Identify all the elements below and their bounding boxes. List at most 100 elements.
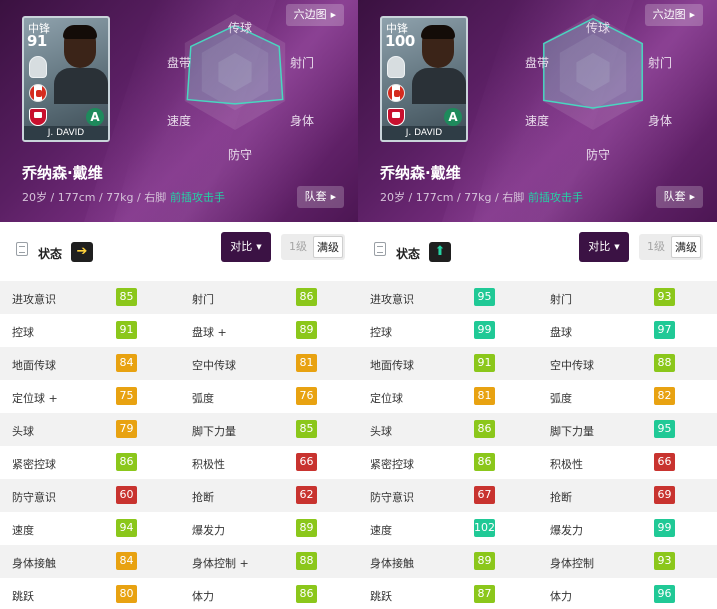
stat-name: 空中传球 [192, 359, 236, 372]
stat-value: 85 [296, 420, 317, 438]
stat-row: 地面传球 84 空中传球 81 [0, 347, 358, 380]
level-1-button[interactable]: 1级 [641, 236, 671, 258]
stat-name: 弧度 [192, 392, 214, 405]
status-icon [374, 242, 386, 256]
stat-row: 身体接触 89 身体控制 93 [358, 545, 717, 578]
stat-value: 95 [474, 288, 495, 306]
stat-value: 87 [474, 585, 495, 603]
stat-name: 定位球 + [12, 392, 58, 405]
stat-value: 89 [296, 321, 317, 339]
hexagon-view-button[interactable]: 六边图 ▶ [644, 4, 703, 26]
card-player-name: J. DAVID [24, 126, 108, 140]
stat-value: 91 [474, 354, 495, 372]
hex-label-top: 传球 [586, 21, 611, 35]
card-type-badge-icon [387, 56, 405, 78]
team-playstyle-label: 队套 [663, 190, 686, 203]
team-playstyle-button[interactable]: 队套 ▶ [655, 186, 703, 208]
stat-row: 定位球 + 75 弧度 76 [0, 380, 358, 413]
stat-value: 88 [654, 354, 675, 372]
stat-row: 控球 91 盘球 + 89 [0, 314, 358, 347]
card-overall: 100 [385, 32, 415, 50]
stat-name: 跳跃 [370, 590, 392, 603]
level-max-button[interactable]: 满级 [313, 236, 343, 258]
stat-name: 身体接触 [370, 557, 414, 570]
compare-button[interactable]: 对比 ▼ [221, 232, 271, 262]
team-playstyle-button[interactable]: 队套 ▶ [296, 186, 344, 208]
player-role: 前插攻击手 [528, 191, 583, 204]
stat-row: 地面传球 91 空中传球 88 [358, 347, 717, 380]
stat-value: 86 [296, 288, 317, 306]
player-name: 乔纳森·戴维 [380, 164, 461, 182]
stat-row: 防守意识 60 抢断 62 [0, 479, 358, 512]
stat-row: 头球 86 脚下力量 95 [358, 413, 717, 446]
caret-right-icon: ▶ [689, 193, 695, 201]
hexagon-view-label: 六边图 [652, 8, 686, 21]
stat-name: 地面传球 [370, 359, 414, 372]
hex-label-top: 传球 [228, 21, 253, 35]
stat-value: 69 [654, 486, 675, 504]
hex-label-lower-right: 身体 [648, 114, 673, 128]
stat-name: 地面传球 [12, 359, 56, 372]
stat-value: 81 [296, 354, 317, 372]
stat-value: 66 [296, 453, 317, 471]
stat-row: 进攻意识 85 射门 86 [0, 281, 358, 314]
hex-label-lower-right: 身体 [290, 114, 315, 128]
player-card[interactable]: 中锋 100 A J. DAVID [380, 16, 468, 142]
level-max-button[interactable]: 满级 [671, 236, 701, 258]
team-playstyle-label: 队套 [304, 190, 327, 203]
caret-down-icon: ▼ [256, 243, 262, 251]
player-portrait [54, 24, 108, 104]
level-1-button[interactable]: 1级 [283, 236, 313, 258]
caret-right-icon: ▶ [330, 193, 336, 201]
stat-name: 紧密控球 [370, 458, 414, 471]
stat-name: 空中传球 [550, 359, 594, 372]
stat-value: 99 [654, 519, 675, 537]
stat-name: 射门 [550, 293, 572, 306]
stat-name: 速度 [12, 524, 34, 537]
stat-name: 控球 [12, 326, 34, 339]
card-grade: A [86, 108, 104, 126]
hex-label-lower-left: 速度 [525, 114, 550, 128]
status-label: 状态 [396, 247, 421, 261]
stat-name: 爆发力 [550, 524, 583, 537]
canada-flag-icon [387, 84, 405, 102]
compare-button[interactable]: 对比 ▼ [579, 232, 629, 262]
canada-flag-icon [29, 84, 47, 102]
arrow-right-icon[interactable]: ➔ [71, 242, 93, 262]
stat-name: 进攻意识 [12, 293, 56, 306]
stat-name: 体力 [550, 590, 572, 603]
stat-name: 身体控制 + [192, 557, 249, 570]
stat-value: 96 [654, 585, 675, 603]
player-info: 20岁 / 177cm / 77kg / 右脚 [22, 191, 167, 204]
stat-name: 进攻意识 [370, 293, 414, 306]
stat-name: 定位球 [370, 392, 403, 405]
stat-name: 射门 [192, 293, 214, 306]
stat-value: 86 [116, 453, 137, 471]
stat-value: 67 [474, 486, 495, 504]
hex-label-lower-left: 速度 [167, 114, 192, 128]
stat-value: 97 [654, 321, 675, 339]
stat-name: 身体控制 [550, 557, 594, 570]
stat-name: 盘球 [550, 326, 572, 339]
hexagon-view-button[interactable]: 六边图 ▶ [285, 4, 344, 26]
stat-value: 86 [474, 453, 495, 471]
stat-name: 紧密控球 [12, 458, 56, 471]
stat-value: 93 [654, 552, 675, 570]
stat-row: 速度 94 爆发力 89 [0, 512, 358, 545]
stat-name: 防守意识 [370, 491, 414, 504]
player-header: 中锋 100 A J. DAVID 传球 盘带 射门 速度 身体 防守 六边图 ▶… [358, 0, 717, 222]
player-portrait [412, 24, 466, 104]
stat-name: 积极性 [550, 458, 583, 471]
player-header: 中锋 91 A J. DAVID 传球 盘带 射门 速度 身体 防守 六边图 ▶ … [0, 0, 358, 222]
stat-value: 91 [116, 321, 137, 339]
stat-name: 防守意识 [12, 491, 56, 504]
level-toggle: 1级 满级 [281, 234, 345, 260]
player-panel-right: 中锋 100 A J. DAVID 传球 盘带 射门 速度 身体 防守 六边图 ▶… [358, 0, 717, 609]
player-info: 20岁 / 177cm / 77kg / 右脚 [380, 191, 525, 204]
card-grade: A [444, 108, 462, 126]
player-card[interactable]: 中锋 91 A J. DAVID [22, 16, 110, 142]
arrow-up-icon[interactable]: ⬆ [429, 242, 451, 262]
stat-name: 速度 [370, 524, 392, 537]
hex-label-upper-right: 射门 [290, 56, 315, 70]
stat-value: 60 [116, 486, 137, 504]
